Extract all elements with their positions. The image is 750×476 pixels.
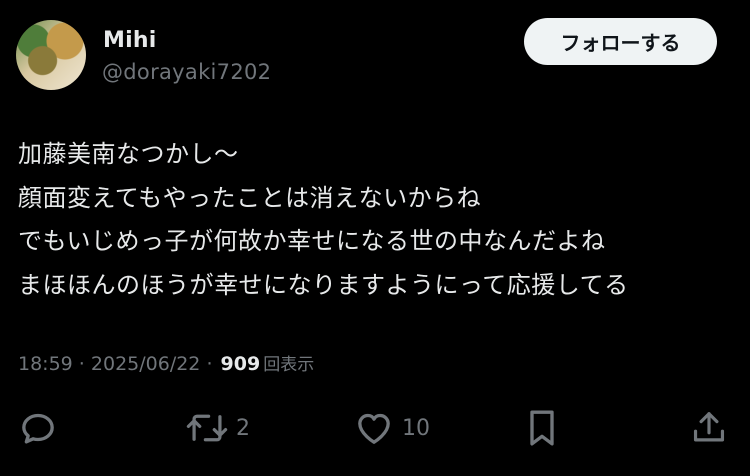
tweet-date[interactable]: 2025/06/22 [91,353,201,375]
share-icon [693,412,725,442]
tweet-line: 加藤美南なつかし〜 [18,140,239,168]
tweet-line: 顔面変えてもやったことは消えないからね [18,183,482,212]
view-count-label: 回表示 [263,355,315,375]
retweet-button[interactable]: 2 [186,408,250,448]
tweet-line: まほほんのほうが幸せになりますようにって応援してる [18,270,629,299]
retweet-icon [186,414,228,442]
display-name[interactable]: Mihi [103,28,156,53]
tweet-line: でもいじめっ子が何故か幸せになる世の中なんだよね [18,227,606,255]
share-button[interactable] [690,408,728,448]
user-handle[interactable]: @dorayaki7202 [102,60,271,84]
meta-separator: · [72,353,91,375]
tweet-time[interactable]: 18:59 [18,353,73,375]
avatar[interactable] [16,20,86,90]
bookmark-button[interactable] [524,408,560,448]
like-button[interactable]: 10 [354,408,430,448]
reply-button[interactable] [18,408,58,448]
action-bar: 2 10 [0,400,750,454]
meta-separator: · [200,353,219,375]
heart-icon [358,413,390,444]
like-count: 10 [402,415,430,441]
bookmark-icon [530,410,554,446]
follow-button[interactable]: フォローする [524,18,717,65]
view-count: 909 [220,353,261,375]
retweet-count: 2 [236,415,250,441]
tweet-text: 加藤美南なつかし〜 顔面変えてもやったことは消えないからね でもいじめっ子が何故… [18,133,738,307]
reply-icon [22,413,54,444]
tweet-meta: 18:59 · 2025/06/22 · 909 回表示 [18,350,314,375]
